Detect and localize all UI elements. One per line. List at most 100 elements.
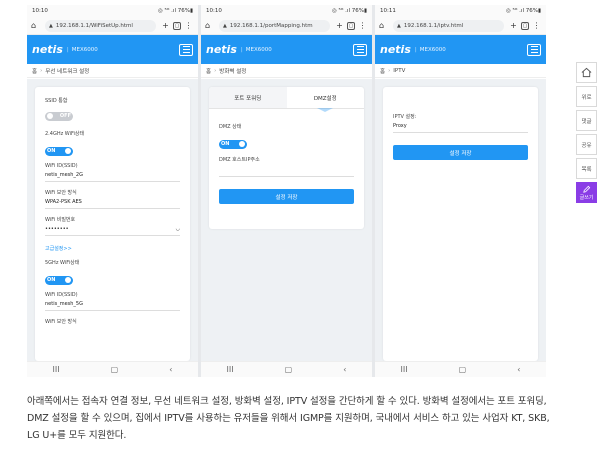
url-text: 192.168.1.1/iptv.html: [403, 22, 464, 29]
address-field[interactable]: ▲ 192.168.1.1/iptv.html: [393, 19, 504, 32]
tab-switcher-icon[interactable]: ▢: [521, 21, 529, 30]
tab-port-forwarding[interactable]: 포트 포워딩: [209, 87, 287, 108]
screenshot-collage: 10:10 ◎ ⁵ᴳ .ıl 76%▮ ⌂ ▲ 192.168.1.1/WiFi…: [27, 5, 546, 377]
toggle-text: OFF: [59, 113, 71, 119]
likes-button[interactable]: 위로: [576, 86, 597, 107]
android-nav-bar: III ▢ ‹: [375, 361, 546, 377]
nav-back-icon[interactable]: ‹: [169, 365, 172, 374]
nav-home-icon[interactable]: ▢: [111, 365, 119, 374]
breadcrumb: 홈 › IPTV: [375, 64, 546, 78]
tab-dmz[interactable]: DMZ설정: [287, 87, 365, 112]
url-text: 192.168.1.1/WiFiSetUp.html: [55, 22, 133, 29]
address-field[interactable]: ▲ 192.168.1.1/portMapping.htm: [219, 19, 330, 32]
dmz-toggle[interactable]: ON: [219, 139, 247, 149]
more-menu-icon[interactable]: ⋮: [357, 21, 368, 30]
wifi-24-security-field[interactable]: WPA2-PSK AES: [45, 199, 180, 209]
breadcrumb-page: 방화벽 설정: [219, 68, 247, 75]
field-value: ••••••••: [45, 226, 69, 232]
hamburger-menu-icon[interactable]: [527, 43, 541, 56]
firewall-tabs: 포트 포워딩 DMZ설정: [209, 87, 365, 112]
app-header: netis MEX6000: [27, 35, 198, 64]
wifi-24-toggle[interactable]: ON: [45, 146, 73, 156]
status-time: 10:10: [32, 8, 48, 14]
save-settings-button[interactable]: 설정 저장: [393, 145, 528, 160]
breadcrumb: 홈 › 방화벽 설정: [201, 64, 372, 78]
advanced-settings-link[interactable]: 고급설정>>: [45, 245, 180, 252]
browser-url-bar: ⌂ ▲ 192.168.1.1/iptv.html + ▢ ⋮: [375, 17, 546, 35]
more-menu-icon[interactable]: ⋮: [183, 21, 194, 30]
browser-url-bar: ⌂ ▲ 192.168.1.1/WiFiSetUp.html + ▢ ⋮: [27, 17, 198, 35]
comments-button[interactable]: 댓글: [576, 110, 597, 131]
browser-home-icon[interactable]: ⌂: [379, 21, 389, 30]
wifi-5-ssid-field[interactable]: netis_mesh_5G: [45, 301, 180, 311]
wifi-settings-card: SSID 통합 OFF 2.4GHz WiFi상태 ON WiFi ID(SSI…: [35, 87, 190, 361]
ssid-merge-label: SSID 통합: [45, 98, 68, 104]
tab-switcher-icon[interactable]: ▢: [347, 21, 355, 30]
wifi-24-ssid-label: WiFi ID(SSID): [45, 163, 78, 169]
phone-wifi-setup: 10:10 ◎ ⁵ᴳ .ıl 76%▮ ⌂ ▲ 192.168.1.1/WiFi…: [27, 5, 198, 377]
firewall-card: 포트 포워딩 DMZ설정 DMZ 상태 ON DMZ 호스트IP주소 설정 저장: [209, 87, 364, 229]
browser-home-icon[interactable]: ⌂: [31, 21, 41, 30]
wifi-24-password-field[interactable]: •••••••• ◡: [45, 226, 180, 236]
share-button[interactable]: 공유: [576, 134, 597, 155]
nav-back-icon[interactable]: ‹: [343, 365, 346, 374]
wifi-5-toggle[interactable]: ON: [45, 275, 73, 285]
address-field[interactable]: ▲ 192.168.1.1/WiFiSetUp.html: [45, 19, 156, 32]
toggle-text: ON: [47, 277, 56, 283]
field-value: netis_mesh_5G: [45, 301, 83, 307]
toggle-knob: [65, 148, 71, 154]
new-tab-icon[interactable]: +: [160, 21, 171, 30]
lock-icon: ▲: [397, 22, 401, 29]
show-password-icon[interactable]: ◡: [176, 226, 180, 232]
new-tab-icon[interactable]: +: [508, 21, 519, 30]
field-value: WPA2-PSK AES: [45, 199, 82, 205]
wifi-24-ssid-field[interactable]: netis_mesh_2G: [45, 172, 180, 182]
hamburger-menu-icon[interactable]: [179, 43, 193, 56]
dmz-host-ip-label: DMZ 호스트IP주소: [219, 157, 260, 163]
status-time: 10:11: [380, 8, 396, 14]
breadcrumb-home[interactable]: 홈: [206, 67, 211, 75]
more-menu-icon[interactable]: ⋮: [531, 21, 542, 30]
pencil-icon: [583, 185, 591, 193]
iptv-mode-select[interactable]: Proxy: [393, 123, 528, 133]
browser-home-icon[interactable]: ⌂: [205, 21, 215, 30]
wifi-24-password-label: WiFi 비밀번호: [45, 217, 76, 223]
status-icons: ◎ ⁵ᴳ .ıl 76%▮: [506, 8, 541, 14]
nav-back-icon[interactable]: ‹: [517, 365, 520, 374]
recent-apps-icon[interactable]: III: [53, 365, 60, 374]
dmz-host-ip-input[interactable]: [219, 168, 354, 177]
nav-home-icon[interactable]: ▢: [285, 365, 293, 374]
recent-apps-icon[interactable]: III: [401, 365, 408, 374]
wifi-24-security-label: WiFi 보안 방식: [45, 190, 77, 196]
breadcrumb-home[interactable]: 홈: [32, 67, 37, 75]
phone-firewall: 10:10 ◎ ⁵ᴳ .ıl 76%▮ ⌂ ▲ 192.168.1.1/port…: [201, 5, 372, 377]
list-button[interactable]: 목록: [576, 158, 597, 179]
toggle-knob: [239, 141, 245, 147]
recent-apps-icon[interactable]: III: [227, 365, 234, 374]
breadcrumb-page: IPTV: [393, 67, 406, 74]
model-name: MEX6000: [67, 47, 98, 53]
status-bar: 10:11 ◎ ⁵ᴳ .ıl 76%▮: [375, 5, 546, 17]
ssid-merge-toggle[interactable]: OFF: [45, 111, 73, 121]
write-post-button[interactable]: 글쓰기: [576, 182, 597, 203]
field-value: netis_mesh_2G: [45, 172, 83, 178]
url-text: 192.168.1.1/portMapping.htm: [229, 22, 313, 29]
wifi-5-status-label: 5GHz WiFi상태: [45, 260, 80, 266]
nav-home-icon[interactable]: ▢: [459, 365, 467, 374]
home-outline-button[interactable]: [576, 62, 597, 83]
wifi-24-status-label: 2.4GHz WiFi상태: [45, 131, 85, 137]
breadcrumb-home[interactable]: 홈: [380, 67, 385, 75]
new-tab-icon[interactable]: +: [334, 21, 345, 30]
hamburger-menu-icon[interactable]: [353, 43, 367, 56]
dmz-status-label: DMZ 상태: [219, 124, 242, 130]
save-settings-button[interactable]: 설정 저장: [219, 189, 354, 204]
tab-switcher-icon[interactable]: ▢: [173, 21, 181, 30]
breadcrumb-separator: ›: [40, 67, 43, 74]
status-bar: 10:10 ◎ ⁵ᴳ .ıl 76%▮: [201, 5, 372, 17]
breadcrumb-separator: ›: [214, 67, 217, 74]
home-outline-icon: [581, 67, 592, 78]
article-paragraph: 아래쪽에서는 접속자 연결 정보, 무선 네트워크 설정, 방화벽 설정, IP…: [27, 396, 550, 441]
wifi-5-security-label: WiFi 보안 방식: [45, 319, 77, 325]
settings-content: IPTV 설정: Proxy 설정 저장: [375, 79, 546, 361]
phone-iptv: 10:11 ◎ ⁵ᴳ .ıl 76%▮ ⌂ ▲ 192.168.1.1/iptv…: [375, 5, 546, 377]
